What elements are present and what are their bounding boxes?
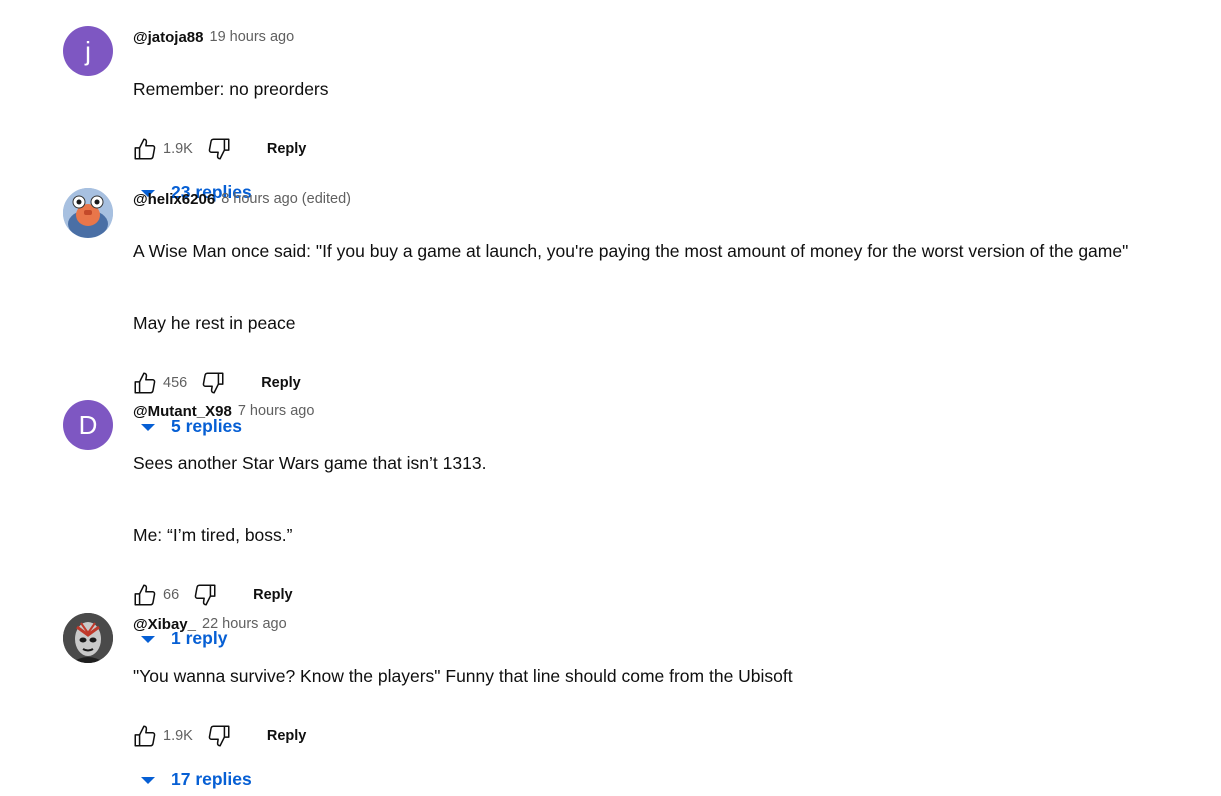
reply-button[interactable]: Reply [267,141,307,157]
dislike-icon[interactable] [189,579,221,611]
comment-paragraph: Remember: no preorders [133,79,329,99]
like-count: 456 [163,375,188,391]
comment-paragraph: May he rest in peace [133,313,296,333]
like-count: 1.9K [163,141,193,157]
comment-paragraph: A Wise Man once said: "If you buy a game… [133,241,1129,261]
avatar[interactable] [63,188,113,238]
reply-button[interactable]: Reply [261,375,301,391]
comment-author[interactable]: @helix6206 [133,191,215,208]
avatar-letter: D [78,409,98,440]
comment-text: A Wise Man once said: "If you buy a game… [133,218,1203,356]
avatar[interactable]: j [63,26,113,76]
comment-paragraph: Sees another Star Wars game that isn’t 1… [133,453,487,473]
avatar[interactable]: D [63,400,113,450]
comment-time[interactable]: 22 hours ago [202,616,287,632]
comment-paragraph: Me: “I’m tired, boss.” [133,525,293,545]
like-icon[interactable] [129,367,161,399]
reply-button[interactable]: Reply [253,587,293,603]
like-icon[interactable] [129,579,161,611]
caret-down-icon [141,776,155,784]
comment-author[interactable]: @jatoja88 [133,29,204,46]
dislike-icon[interactable] [203,720,235,752]
like-icon[interactable] [129,720,161,752]
like-icon[interactable] [129,133,161,165]
reply-button[interactable]: Reply [267,728,307,744]
dislike-icon[interactable] [197,367,229,399]
comment-author[interactable]: @Xibay_ [133,616,196,633]
replies-count-label: 17 replies [171,768,252,789]
view-replies-button[interactable]: 17 replies [141,762,1203,796]
avatar-letter: j [85,35,91,66]
comment-text: "You wanna survive? Know the players" Fu… [133,643,1203,709]
comment-text: Sees another Star Wars game that isn’t 1… [133,430,1203,568]
avatar[interactable] [63,613,113,663]
comment-text: Remember: no preorders [133,56,1203,122]
comment-time[interactable]: 19 hours ago [210,29,295,45]
spongebob-character-avatar-icon [63,188,113,238]
like-count: 66 [163,587,180,603]
comment-author[interactable]: @Mutant_X98 [133,403,232,420]
comment-time[interactable]: 7 hours ago [238,403,315,419]
comment-time[interactable]: 8 hours ago (edited) [221,191,351,207]
dislike-icon[interactable] [203,133,235,165]
comment-paragraph: "You wanna survive? Know the players" Fu… [133,666,793,686]
like-count: 1.9K [163,728,193,744]
masked-figure-avatar-icon [63,613,113,663]
